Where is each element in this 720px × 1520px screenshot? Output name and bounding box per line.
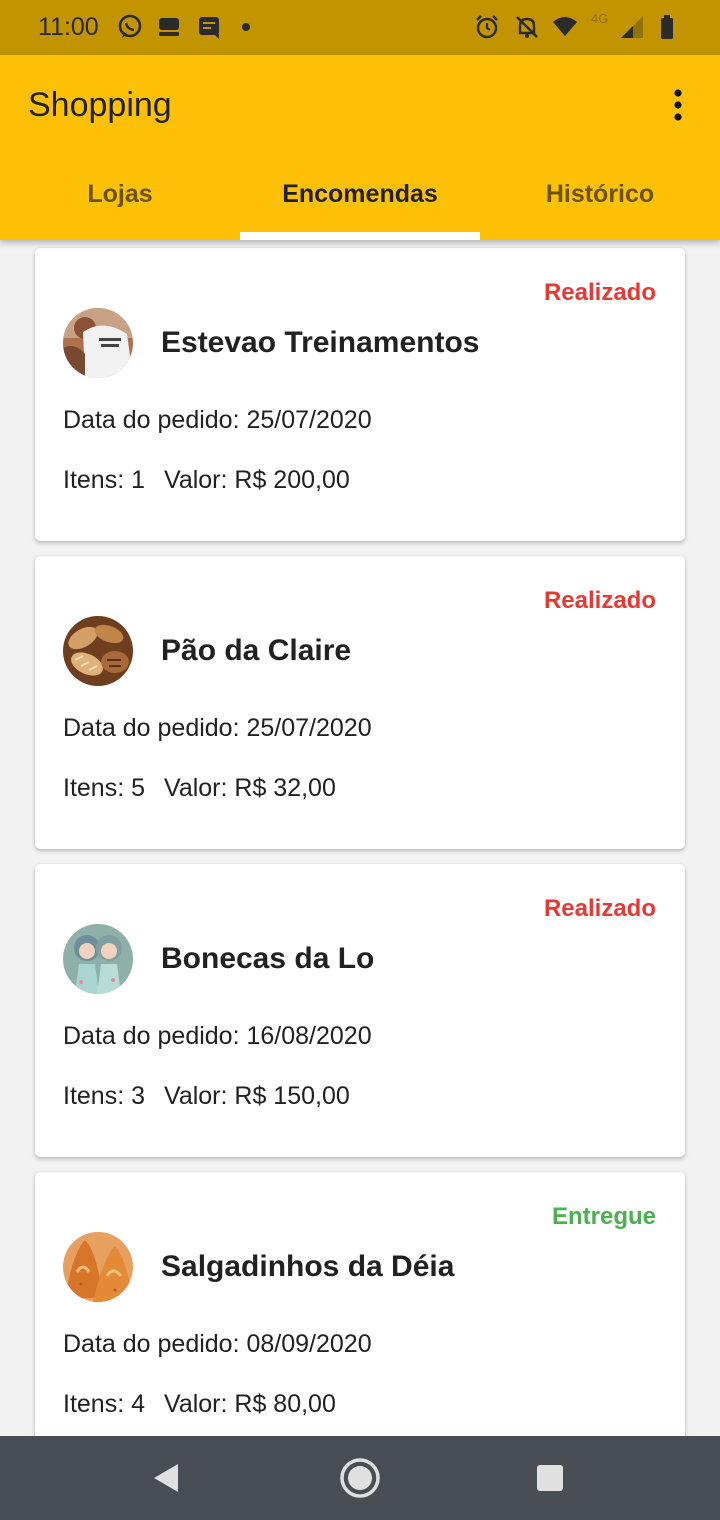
order-date: Data do pedido: 25/07/2020 [63,406,372,434]
order-summary: Itens: 4 Valor: R$ 80,00 [63,1387,336,1421]
order-value: Valor: R$ 80,00 [164,1390,336,1418]
order-card[interactable]: Realizado Bonecas da Lo Data do pedido: … [35,864,685,1157]
dot-icon [242,23,250,31]
order-status: Entregue [551,1203,656,1230]
order-items-count: Itens: 5 [63,774,145,802]
personal-trainer-photo [63,308,133,378]
order-status: Realizado [543,587,656,614]
more-options-button[interactable] [658,85,698,125]
alarm-icon [476,15,498,39]
back-icon [154,1464,178,1492]
more-vert-icon [674,89,682,121]
battery-icon [661,15,673,39]
home-icon [340,1458,380,1498]
status-time: 11:00 [38,13,99,41]
order-summary: Itens: 5 Valor: R$ 32,00 [63,771,336,805]
order-value: Valor: R$ 150,00 [164,1082,350,1110]
order-status: Realizado [543,279,656,306]
order-items-count: Itens: 3 [63,1082,145,1110]
order-card[interactable]: Realizado Estevao Treinamentos Data do p… [35,248,685,541]
system-nav-bar [0,1436,720,1520]
recents-button[interactable] [528,1456,572,1500]
store-avatar [63,616,133,686]
store-name: Salgadinhos da Déia [161,1250,455,1283]
status-bar: 11:00 4G [0,0,720,55]
tab-lojas[interactable]: Lojas [0,158,240,240]
back-button[interactable] [144,1456,188,1500]
tab-encomendas[interactable]: Encomendas [240,158,480,240]
tab-indicator [240,232,480,240]
store-avatar [63,924,133,994]
order-summary: Itens: 1 Valor: R$ 200,00 [63,463,350,497]
store-avatar [63,1232,133,1302]
network-type: 4G [591,11,609,26]
wifi-icon [553,17,577,36]
order-summary: Itens: 3 Valor: R$ 150,00 [63,1079,350,1113]
order-date: Data do pedido: 16/08/2020 [63,1022,372,1050]
order-items-count: Itens: 4 [63,1390,145,1418]
app-bar: Shopping Lojas Encomendas Histórico [0,55,720,240]
order-value: Valor: R$ 32,00 [164,774,336,802]
order-date: Data do pedido: 25/07/2020 [63,714,372,742]
notifications-off-icon [516,16,538,38]
stack-icon [159,18,179,36]
store-name: Bonecas da Lo [161,942,375,975]
store-name: Estevao Treinamentos [161,326,480,359]
coxinha-photo [63,1232,133,1302]
order-items-count: Itens: 1 [63,466,145,494]
dolls-photo [63,924,133,994]
order-card[interactable]: Entregue Salgadinhos da Déia Data do ped… [35,1172,685,1436]
bread-photo [63,616,133,686]
tab-historico[interactable]: Histórico [480,158,720,240]
order-value: Valor: R$ 200,00 [164,466,350,494]
whatsapp-icon [118,14,142,38]
signal-icon [621,16,643,38]
message-icon [199,17,219,39]
order-date: Data do pedido: 08/09/2020 [63,1330,372,1358]
order-card[interactable]: Realizado Pão da Claire Data do pedido: … [35,556,685,849]
recents-icon [537,1465,563,1491]
home-button[interactable] [338,1456,382,1500]
app-title: Shopping [28,86,172,124]
store-name: Pão da Claire [161,634,352,667]
store-avatar [63,308,133,378]
order-status: Realizado [543,895,656,922]
order-list[interactable]: Realizado Estevao Treinamentos Data do p… [0,240,720,1436]
